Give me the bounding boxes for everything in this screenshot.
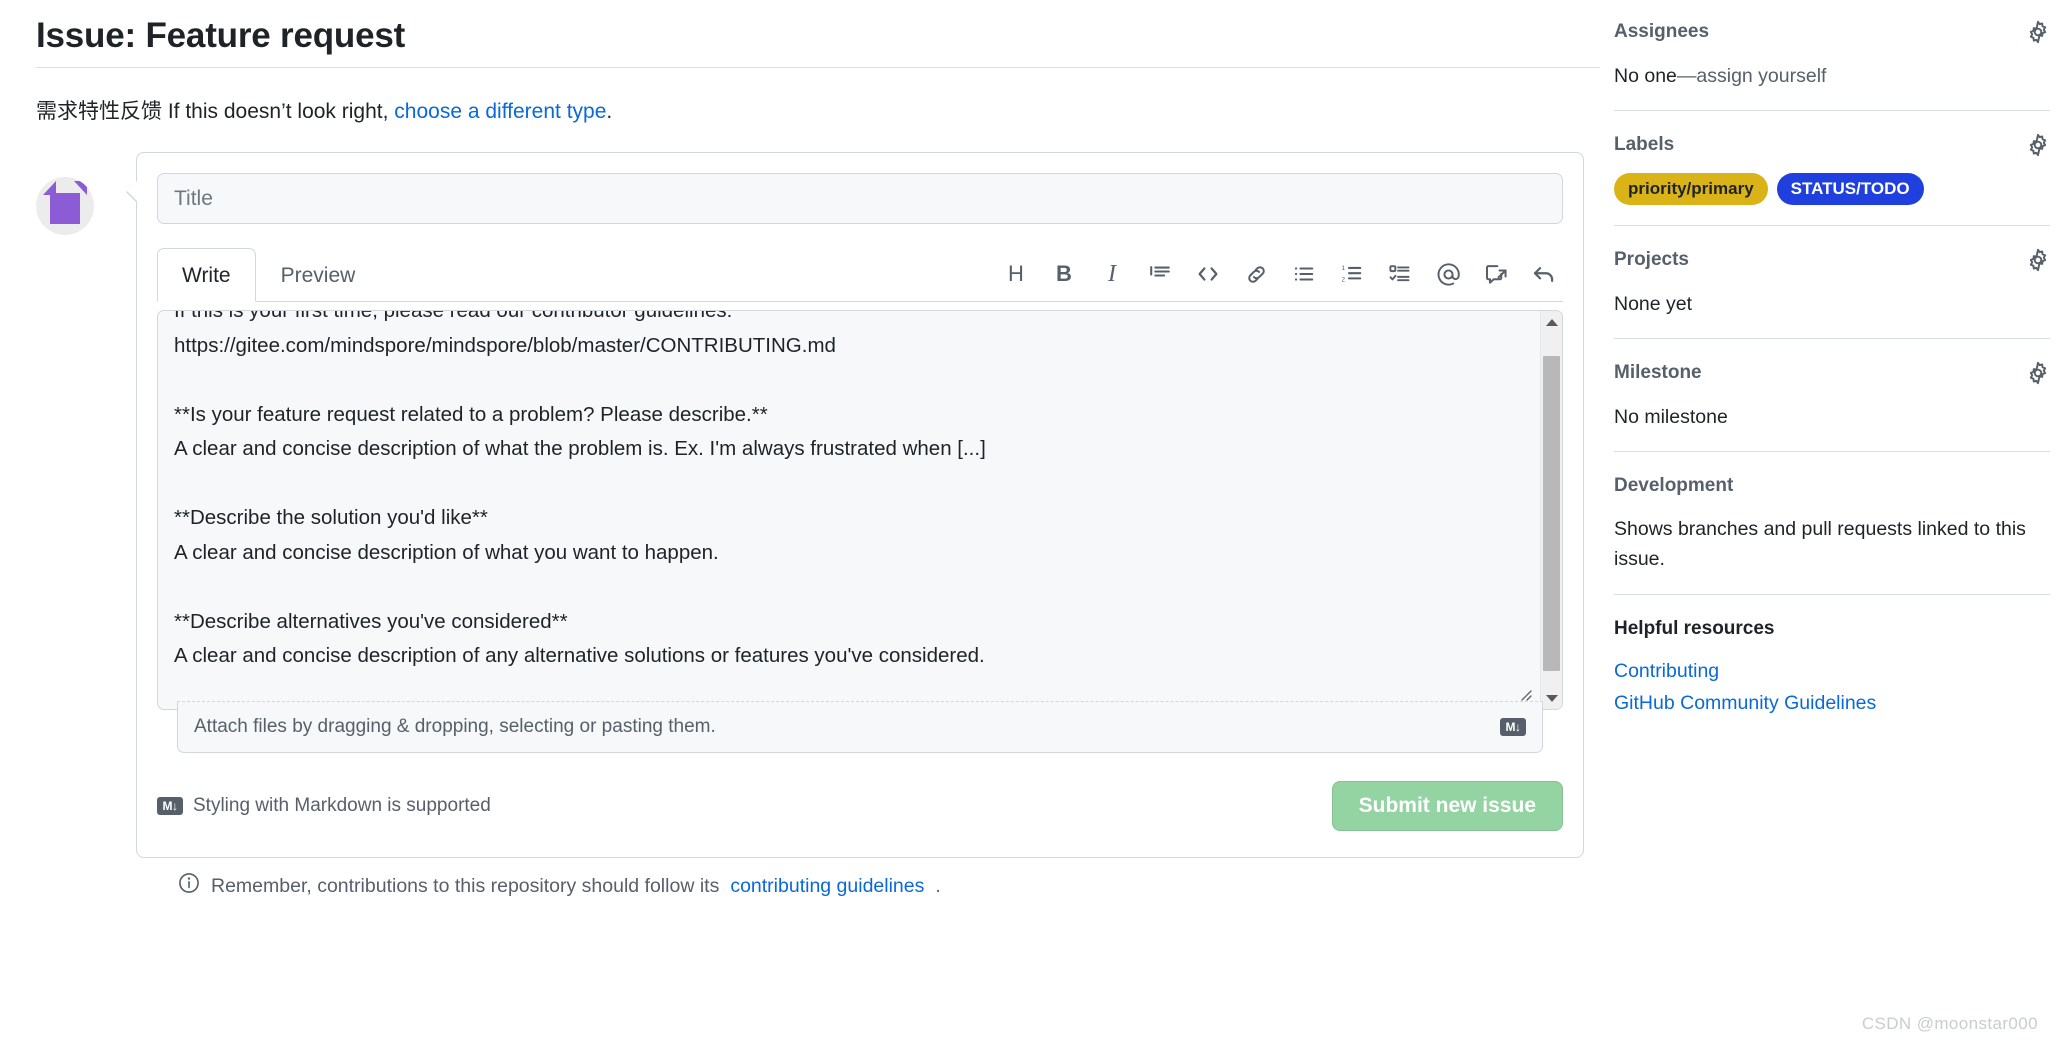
subtitle-english: If this doesn’t look right, <box>162 100 395 123</box>
label-chip-priority[interactable]: priority/primary <box>1614 173 1768 205</box>
textarea-scrollbar[interactable] <box>1540 311 1562 709</box>
assign-yourself-link[interactable]: —assign yourself <box>1677 65 1827 87</box>
composer-footer: M↓ Styling with Markdown is supported Su… <box>157 761 1563 857</box>
contributing-resource-link[interactable]: Contributing <box>1614 655 2050 687</box>
main-column: Issue: Feature request 需求特性反馈 If this do… <box>36 0 1606 900</box>
assignees-value: No one—assign yourself <box>1614 62 2050 90</box>
ordered-list-icon[interactable]: 1 2 <box>1333 255 1371 293</box>
link-icon[interactable] <box>1237 255 1275 293</box>
scroll-down-arrow[interactable] <box>1541 687 1562 709</box>
scrollbar-thumb[interactable] <box>1543 356 1560 671</box>
community-guidelines-resource-link[interactable]: GitHub Community Guidelines <box>1614 687 2050 719</box>
comment-form: Write Preview H B I <box>126 152 1584 858</box>
task-list-icon[interactable] <box>1381 255 1419 293</box>
labels-title: Labels <box>1614 134 1675 155</box>
code-icon[interactable] <box>1189 255 1227 293</box>
attach-files-text: Attach files by dragging & dropping, sel… <box>194 716 716 737</box>
labels-list: priority/primary STATUS/TODO <box>1614 173 2050 205</box>
helpful-resources-links: Contributing GitHub Community Guidelines <box>1614 655 2050 719</box>
helpful-resources-title: Helpful resources <box>1614 618 1775 639</box>
sidebar-section-helpful-resources: Helpful resources Contributing GitHub Co… <box>1614 615 2050 719</box>
avatar-body <box>50 193 80 224</box>
quote-icon[interactable] <box>1141 255 1179 293</box>
info-icon <box>178 872 200 900</box>
sidebar-section-labels: Labels priority/primary STATUS/TODO <box>1614 131 2050 226</box>
development-header: Development <box>1614 472 2050 500</box>
development-description: Shows branches and pull requests linked … <box>1614 518 2026 570</box>
page-title: Issue: Feature request <box>36 16 406 55</box>
issue-title-input[interactable] <box>157 173 1563 224</box>
submit-new-issue-button[interactable]: Submit new issue <box>1331 781 1563 831</box>
reference-icon[interactable] <box>1477 255 1515 293</box>
divider-after-assignees <box>1614 110 2050 111</box>
svg-text:2: 2 <box>1342 276 1346 283</box>
sidebar-section-projects: Projects None yet <box>1614 246 2050 339</box>
issue-body-text: If this is your first time, please read … <box>174 310 986 667</box>
projects-value: None yet <box>1614 293 1693 315</box>
attach-files-bar[interactable]: Attach files by dragging & dropping, sel… <box>177 701 1543 753</box>
saved-replies-icon[interactable] <box>1525 255 1563 293</box>
contributing-guidelines-link[interactable]: contributing guidelines <box>730 875 924 898</box>
editor-tabs: Write Preview <box>157 245 381 302</box>
helpful-resources-header: Helpful resources <box>1614 615 2050 643</box>
divider-after-milestone <box>1614 451 2050 452</box>
contributing-note-period: . <box>935 874 941 897</box>
issue-type-subline: 需求特性反馈 If this doesn’t look right, choos… <box>36 96 1606 128</box>
sidebar-section-assignees: Assignees No one—assign yourself <box>1614 18 2050 111</box>
milestone-value: No milestone <box>1614 406 1728 428</box>
bold-icon[interactable]: B <box>1045 255 1083 293</box>
markdown-icon-small: M↓ <box>157 797 183 815</box>
divider-after-development <box>1614 594 2050 595</box>
subtitle-period: . <box>606 100 613 123</box>
choose-different-type-link[interactable]: choose a different type <box>394 100 606 123</box>
unordered-list-icon[interactable] <box>1285 255 1323 293</box>
heading-icon[interactable]: H <box>997 255 1035 293</box>
title-divider <box>36 67 1600 68</box>
label-chip-status[interactable]: STATUS/TODO <box>1776 173 1924 205</box>
assignees-gear-icon[interactable] <box>2026 20 2050 44</box>
italic-icon[interactable]: I <box>1093 255 1131 293</box>
composer-row: Write Preview H B I <box>36 152 1606 858</box>
labels-header: Labels <box>1614 131 2050 159</box>
assignees-none: No one <box>1614 65 1677 87</box>
mention-icon[interactable] <box>1429 255 1467 293</box>
title-field-wrap <box>137 153 1583 224</box>
svg-text:1: 1 <box>1342 265 1346 272</box>
projects-gear-icon[interactable] <box>2026 248 2050 272</box>
projects-title: Projects <box>1614 249 1689 270</box>
markdown-support-note: M↓ Styling with Markdown is supported <box>157 795 491 817</box>
tab-preview[interactable]: Preview <box>256 248 381 302</box>
editor-tabs-toolbar: Write Preview H B I 1 2 <box>157 246 1563 302</box>
contributing-note-text: Remember, contributions to this reposito… <box>211 874 720 897</box>
avatar <box>36 177 94 235</box>
issue-create-page: Issue: Feature request 需求特性反馈 If this do… <box>0 0 2064 1042</box>
milestone-gear-icon[interactable] <box>2026 361 2050 385</box>
divider-after-projects <box>1614 338 2050 339</box>
sidebar-section-development: Development Shows branches and pull requ… <box>1614 472 2050 595</box>
issue-sidebar: Assignees No one—assign yourself Labels <box>1614 0 2050 719</box>
assignees-header: Assignees <box>1614 18 2050 46</box>
assignees-title: Assignees <box>1614 21 1710 42</box>
projects-header: Projects <box>1614 246 2050 274</box>
markdown-support-label: Styling with Markdown is supported <box>193 795 491 816</box>
subtitle-chinese: 需求特性反馈 <box>36 100 162 123</box>
development-title: Development <box>1614 475 1734 496</box>
milestone-title: Milestone <box>1614 362 1702 383</box>
labels-gear-icon[interactable] <box>2026 133 2050 157</box>
scroll-up-arrow[interactable] <box>1541 311 1562 333</box>
textarea-wrap: If this is your first time, please read … <box>157 310 1563 761</box>
tab-write[interactable]: Write <box>157 248 256 302</box>
markdown-icon: M↓ <box>1500 718 1526 736</box>
contributing-note: Remember, contributions to this reposito… <box>178 872 1606 900</box>
markdown-toolbar: H B I 1 2 <box>997 255 1563 301</box>
divider-after-labels <box>1614 225 2050 226</box>
milestone-header: Milestone <box>1614 359 2050 387</box>
sidebar-section-milestone: Milestone No milestone <box>1614 359 2050 452</box>
issue-body-textarea[interactable]: If this is your first time, please read … <box>157 310 1563 710</box>
watermark: CSDN @moonstar000 <box>1861 1014 2038 1033</box>
